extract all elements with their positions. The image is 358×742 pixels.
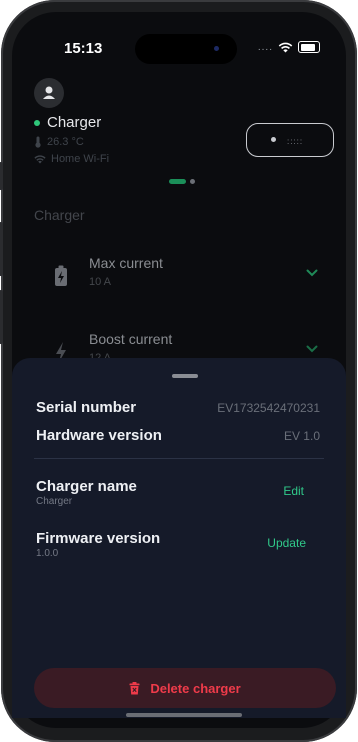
delete-charger-label: Delete charger <box>150 680 241 696</box>
battery-icon <box>298 41 320 53</box>
wifi-small-icon <box>34 154 46 163</box>
avatar[interactable] <box>34 78 64 108</box>
temperature-line: 26.3 °C <box>34 136 84 148</box>
page-dot <box>190 179 195 184</box>
thermometer-icon <box>35 136 41 148</box>
charger-visual[interactable]: ::::: <box>246 123 334 157</box>
camera-dot <box>214 46 219 51</box>
chevron-down-icon[interactable] <box>306 345 318 353</box>
delete-charger-button[interactable]: Delete charger <box>34 668 336 708</box>
page-dot-active <box>169 179 186 184</box>
led-bar: ::::: <box>287 137 304 146</box>
charger-name-row: Charger name Charger Edit <box>36 478 320 507</box>
trash-icon <box>129 681 140 694</box>
charger-name-value: Charger <box>36 496 73 507</box>
action-button <box>0 162 3 190</box>
volume-down-button <box>0 290 3 344</box>
charger-name: Charger <box>47 114 102 131</box>
phone-frame: 15:13 .... Charger 26.3 °C Home Wi-Fi::… <box>0 0 357 742</box>
edit-button[interactable]: Edit <box>283 484 304 498</box>
wifi-icon <box>278 42 293 52</box>
hardware-label: Hardware version <box>36 427 162 444</box>
led-dot <box>271 137 276 142</box>
charger-name-label: Charger name <box>36 478 137 495</box>
setting-value: 10 A <box>89 276 112 288</box>
status-dot <box>34 119 40 126</box>
dynamic-island <box>135 34 237 64</box>
signal-dots: .... <box>257 41 273 53</box>
chevron-down-icon[interactable] <box>306 269 318 277</box>
divider <box>34 458 324 459</box>
network-name: Home Wi-Fi <box>51 153 110 165</box>
charger-title: Charger <box>34 114 101 131</box>
hardware-row: Hardware version EV 1.0 <box>36 427 320 444</box>
user-icon <box>43 86 55 99</box>
volume-up-button <box>0 222 3 276</box>
firmware-row: Firmware version 1.0.0 Update <box>36 530 320 559</box>
section-title: Charger <box>34 207 85 223</box>
home-indicator[interactable] <box>126 713 242 717</box>
info-bottom-sheet: Serial number EV1732542470231 Hardware v… <box>12 358 346 718</box>
hardware-value: EV 1.0 <box>283 429 320 443</box>
setting-label: Boost current <box>89 331 173 347</box>
setting-label: Max current <box>89 255 163 271</box>
page-indicator[interactable] <box>169 179 195 184</box>
setting-max-current[interactable]: Max current 10 A <box>54 255 318 305</box>
update-button[interactable]: Update <box>267 536 306 550</box>
status-bar: 15:13 .... <box>12 12 346 64</box>
temperature-value: 26.3 °C <box>47 136 84 148</box>
battery-bolt-icon <box>55 265 67 286</box>
serial-row: Serial number EV1732542470231 <box>36 399 320 416</box>
network-line: Home Wi-Fi <box>34 153 109 165</box>
status-time: 15:13 <box>64 40 103 57</box>
serial-value: EV1732542470231 <box>217 401 320 415</box>
status-icons: .... <box>258 41 320 53</box>
sheet-grabber[interactable] <box>172 374 198 378</box>
